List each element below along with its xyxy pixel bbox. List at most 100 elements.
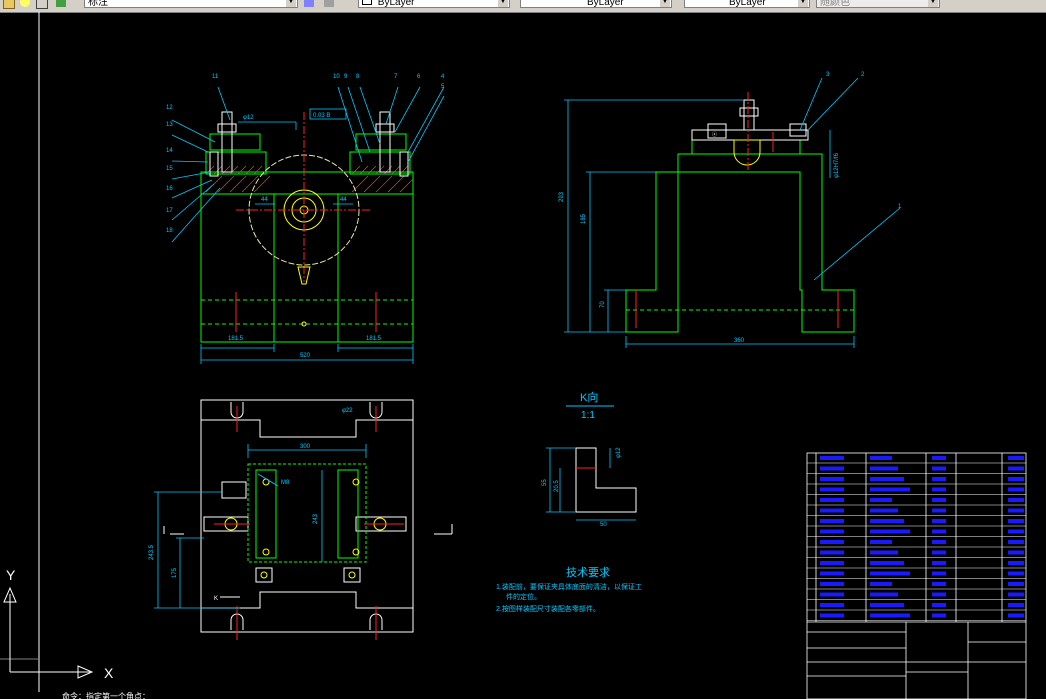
chevron-down-icon[interactable]: ▼ [928,0,938,7]
title-block-qty [932,592,946,597]
side-dim-low: 70 [600,301,606,308]
lightbulb-icon[interactable] [20,0,30,7]
title-block-note [1008,603,1024,607]
title-block-name [870,592,898,597]
balloon-label: 11 [212,74,219,80]
title-block-code [820,582,844,586]
title-block-note [1008,487,1024,492]
balloon-label: 5 [441,84,445,90]
top-dimensions [154,444,367,609]
title-block-code [820,466,844,471]
title-block-note [1008,540,1024,544]
title-block-note [1008,613,1024,618]
balloon-label: 4 [441,74,445,80]
plotstyle-value: 随颜色 [820,0,850,8]
title-block-code [820,508,844,513]
title-block-name [870,466,898,471]
title-block-code [820,540,844,544]
title-block-name [870,477,904,481]
title-block-note [1008,571,1024,576]
side-dim-height: 293 [559,191,565,202]
title-block-code [820,592,844,597]
front-leaders [171,86,445,243]
title-block-qty [932,613,946,618]
title-block-note [1008,456,1024,460]
style-value: 标注 [88,0,108,8]
balloon-label: 3 [826,72,830,78]
technical-notes: 技术要求 1.装配前，要保证夹具体底面的清洁，以保证工 件的定位。 2.按图样装… [496,566,642,613]
dim-44b: 44 [340,197,347,203]
title-block-code [820,477,844,481]
title-block-qty [932,561,946,565]
title-block-name [870,550,898,555]
side-dim-fit: φ12H7/f6 [834,152,840,178]
top-dim-left-a: 243.5 [149,544,155,560]
balloon-label: 1 [898,204,902,210]
chevron-down-icon[interactable]: ▼ [286,0,296,7]
k-dim-h2: 20.5 [554,480,560,492]
dim-left: 181.5 [228,336,244,342]
front-view: 181.5 181.5 520 0.03 B φ12 44 44 11 12 1… [166,74,445,364]
balloon-label: 6 [417,74,421,80]
title-block-qty [932,487,946,492]
top-dim-height: 243 [313,513,319,524]
notes-line1: 1.装配前，要保证夹具体底面的清洁，以保证工 [496,582,642,591]
title-block-qty [932,466,946,471]
style-dropdown[interactable]: 标注 ▼ [84,0,298,8]
title-block-name [870,582,892,586]
linetype-dropdown[interactable]: ByLayer ▼ [520,0,672,8]
ucs-x-label: X [104,665,114,681]
title-block-name [870,508,898,513]
title-block-code [820,603,844,607]
drawing-canvas[interactable]: 181.5 181.5 520 0.03 B φ12 44 44 11 12 1… [0,12,1046,699]
side-dim-width: 360 [734,338,745,344]
title-block-name [870,456,892,460]
title-block-note [1008,519,1024,523]
k-view-profile [575,447,637,513]
chevron-down-icon[interactable]: ▼ [798,0,808,7]
title-block-name [870,519,904,523]
layer-icon[interactable] [36,0,48,9]
title-block-qty [932,603,946,607]
title-block-name [870,498,892,502]
title-block-qty [932,477,946,481]
folder-icon[interactable] [3,0,15,9]
title-block-name [870,603,904,607]
balloon-label: 16 [166,186,173,192]
balloon-label: 7 [394,74,398,80]
k-dim-h: 55 [542,479,548,486]
chevron-down-icon[interactable]: ▼ [498,0,508,7]
notes-line1b: 件的定位。 [506,592,541,601]
fixture-body [200,171,414,343]
top-note-b: M8 [281,480,290,486]
layer-states-icon[interactable] [324,0,334,7]
title-block-qty [932,508,946,513]
title-block-note [1008,477,1024,481]
side-dim-mid: 185 [581,213,587,224]
layer-previous-icon[interactable] [304,0,314,7]
side-view: 293 185 70 360 φ12H7/f6 3 2 1 ⓧ [559,72,902,348]
lineweight-value: ByLayer [729,0,766,8]
title-block-note [1008,498,1024,502]
top-view: 300 243 243.5 175 φ22 M8 K [149,399,453,640]
title-block-rows [807,456,1026,621]
title-block-qty [932,582,946,586]
color-dropdown[interactable]: ByLayer ▼ [358,0,510,8]
match-properties-icon[interactable] [56,0,66,7]
balloon-label: 18 [166,228,173,234]
command-line-text: 命令：指定第一个角点： [62,691,150,699]
chevron-down-icon[interactable]: ▼ [660,0,670,7]
section-marker: K [214,596,218,602]
title-block-qty [932,540,946,544]
drawing-frame [0,12,40,699]
plotstyle-dropdown[interactable]: 随颜色 ▼ [816,0,940,8]
balloon-label: 9 [344,74,348,80]
side-label: ⓧ [712,131,717,138]
title-block-note [1008,550,1024,555]
ucs-icon [3,586,94,679]
title-block-code [820,561,844,565]
balloon-label: 15 [166,166,173,172]
lineweight-dropdown[interactable]: ByLayer ▼ [684,0,810,8]
top-note-a: φ22 [342,408,353,414]
balloon-label: 17 [166,208,173,214]
